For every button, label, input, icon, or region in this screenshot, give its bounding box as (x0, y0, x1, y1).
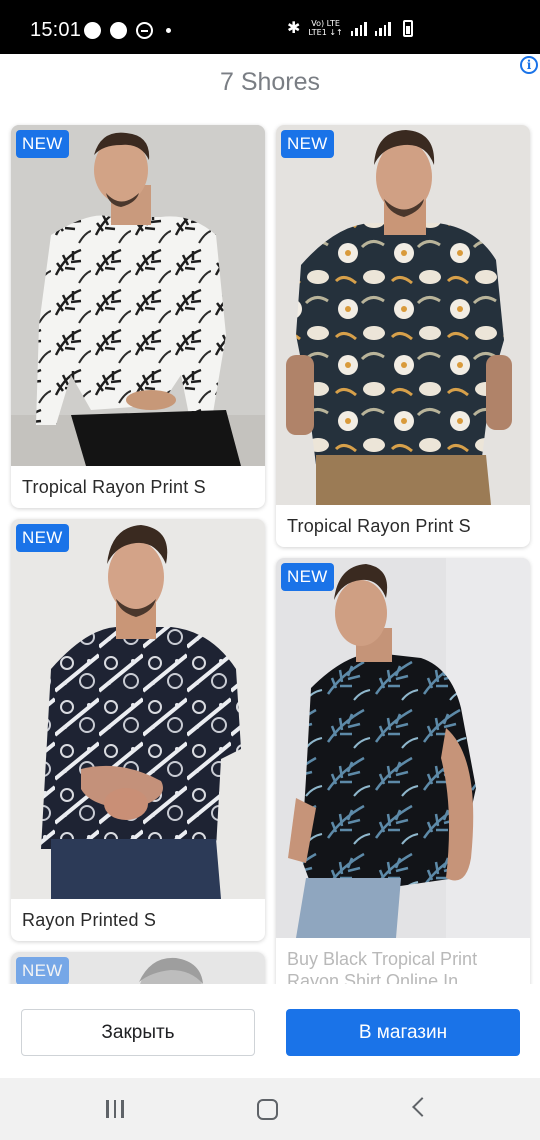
ad-title: 7 Shores (219, 68, 321, 96)
back-icon[interactable] (412, 1097, 432, 1117)
status-bar: 15:01 ✱ Vo) LTE LTE1 ↓↑ (0, 0, 540, 54)
product-grid[interactable]: NEW Tropical Rayon Print S NEW Tropical … (0, 118, 540, 984)
lte-bottom-text: LTE1 ↓↑ (308, 28, 343, 37)
product-card[interactable]: NEW Tropical Rayon Print S (276, 125, 530, 547)
product-card[interactable]: NEW Buy Black Tropical Print Rayon Shirt… (276, 558, 530, 984)
product-card[interactable]: NEW (11, 952, 265, 984)
product-image[interactable] (276, 558, 530, 938)
product-image[interactable] (276, 125, 530, 505)
new-badge: NEW (16, 957, 69, 984)
navigation-bar (0, 1078, 540, 1140)
product-title[interactable]: Rayon Printed S (22, 910, 259, 931)
product-title[interactable]: Tropical Rayon Print S (287, 516, 524, 537)
product-card[interactable]: NEW Tropical Rayon Print S (11, 125, 265, 508)
product-image[interactable] (11, 125, 265, 466)
recent-apps-icon[interactable] (106, 1100, 124, 1118)
battery-icon (402, 19, 413, 37)
product-card[interactable]: NEW Rayon Printed S (11, 519, 265, 941)
product-image[interactable] (11, 519, 265, 899)
new-badge: NEW (16, 130, 69, 158)
music-icon (84, 22, 101, 39)
status-time: 15:01 (30, 19, 82, 41)
new-badge: NEW (16, 524, 69, 552)
new-badge: NEW (281, 563, 334, 591)
bluetooth-icon: ✱ (287, 20, 301, 37)
close-button[interactable]: Закрыть (21, 1009, 255, 1056)
product-title-line2[interactable]: Rayon Shirt Online In... (287, 970, 524, 984)
go-to-store-button[interactable]: В магазин (286, 1009, 520, 1056)
lte-top-text: Vo) LTE (311, 19, 340, 28)
info-icon[interactable]: i (520, 56, 538, 74)
new-badge: NEW (281, 130, 334, 158)
home-icon[interactable] (257, 1099, 278, 1120)
status-left-icons (84, 22, 171, 39)
settings-icon (110, 22, 127, 39)
product-title[interactable]: Buy Black Tropical Print (287, 948, 524, 970)
notification-dot-icon (166, 28, 171, 33)
status-right-icons: ✱ Vo) LTE LTE1 ↓↑ (287, 18, 413, 38)
product-title[interactable]: Tropical Rayon Print S (22, 477, 259, 498)
lte-indicator: Vo) LTE LTE1 ↓↑ (308, 19, 342, 37)
signal-icon-2 (374, 20, 391, 36)
do-not-disturb-icon (136, 22, 153, 39)
signal-icon-1 (350, 20, 367, 36)
